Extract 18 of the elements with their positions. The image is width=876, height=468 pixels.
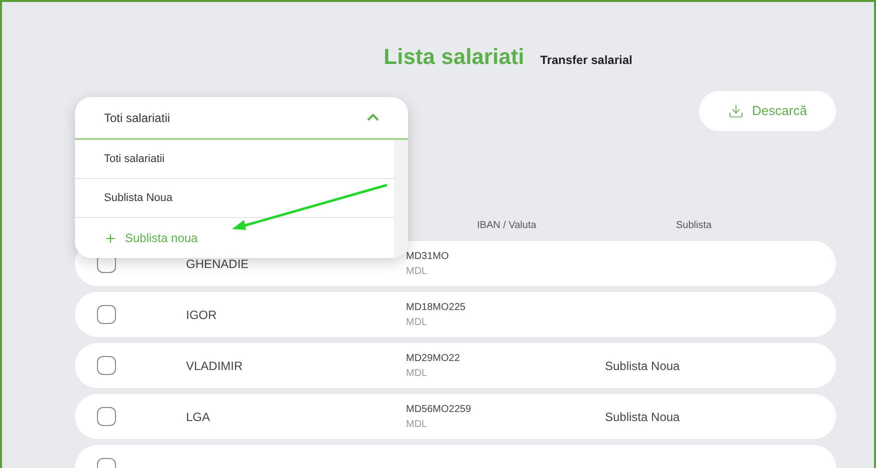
page-title: Lista salariati — [384, 43, 524, 71]
iban-text: MD29MO22 — [406, 352, 461, 366]
dropdown-value: Toti salariatii — [104, 110, 170, 126]
employee-name: VLADIMIR — [186, 358, 243, 372]
column-header: IBAN / Valuta — [477, 218, 538, 232]
currency-text: MDL — [406, 316, 428, 330]
column-header: Sublista — [676, 218, 712, 232]
currency-text: MDL — [406, 264, 428, 278]
currency-text: MDL — [406, 418, 428, 432]
sublist-text: Sublista Noua — [605, 358, 680, 374]
iban-text: MD56MO2259 — [406, 402, 472, 416]
employee-name: LGA — [186, 410, 210, 424]
currency-text: MDL — [406, 366, 428, 380]
iban-text: MD31MO — [406, 250, 450, 264]
sublist-text: Sublista Noua — [605, 408, 680, 426]
iban-text: MD18MO225 — [406, 300, 466, 314]
employee-name: GHENADIE — [186, 256, 249, 270]
employee-name: IGOR — [186, 308, 217, 322]
